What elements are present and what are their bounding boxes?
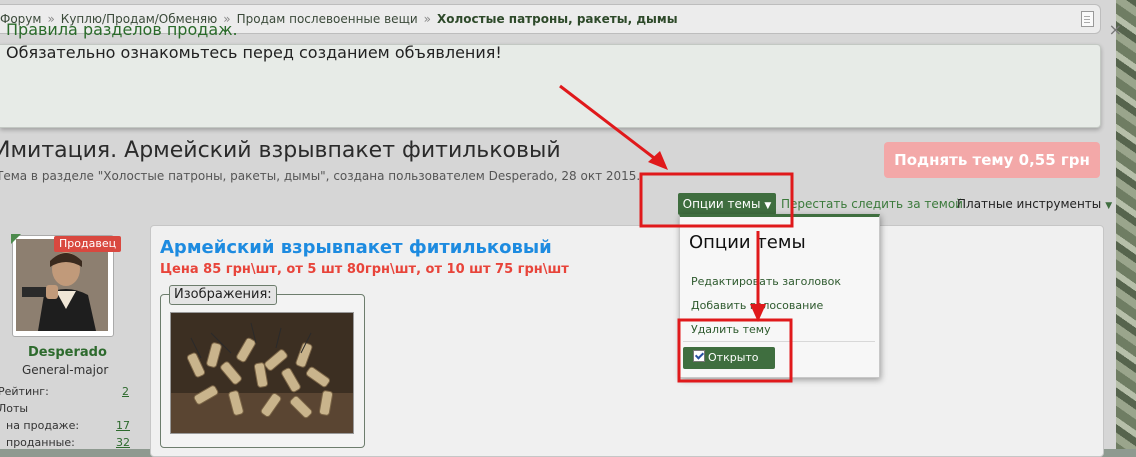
product-image[interactable]	[170, 312, 354, 434]
close-icon[interactable]: ×	[1109, 20, 1122, 39]
images-label: Изображения:	[169, 285, 277, 305]
sold-label: проданные:	[6, 436, 75, 449]
on-sale-label: на продаже:	[6, 419, 80, 432]
menu-divider	[683, 341, 875, 342]
paid-tools-menu[interactable]: Платные инструменты ▼	[957, 197, 1112, 211]
rating-label: Рейтинг:	[0, 385, 49, 398]
menu-item-add-poll[interactable]: Добавить голосование	[691, 299, 823, 312]
username[interactable]: Desperado	[28, 345, 107, 360]
user-title: General-major	[22, 363, 109, 377]
checkbox-icon[interactable]	[693, 350, 705, 362]
open-toggle-button[interactable]: Открыто	[683, 347, 775, 369]
menu-title: Опции темы	[689, 232, 806, 253]
breadcrumb-item-postwar[interactable]: Продам послевоенные вещи	[237, 12, 418, 26]
notice-title: Правила разделов продаж.	[6, 20, 238, 39]
unwatch-thread-link[interactable]: Перестать следить за темой	[781, 197, 963, 211]
document-icon[interactable]	[1081, 11, 1094, 27]
thread-meta: Тема в разделе "Холостые патроны, ракеты…	[0, 169, 641, 183]
rating-value[interactable]: 2	[122, 385, 129, 398]
firecrackers-photo	[171, 313, 353, 433]
lots-label: Лоты	[0, 402, 29, 415]
breadcrumb-separator: »	[423, 12, 432, 26]
on-sale-value[interactable]: 17	[116, 419, 130, 432]
sold-value[interactable]: 32	[116, 436, 130, 449]
bump-thread-button[interactable]: Поднять тему 0,55 грн	[884, 142, 1100, 178]
breadcrumb-current[interactable]: Холостые патроны, ракеты, дымы	[437, 12, 678, 26]
thread-options-label: Опции темы	[682, 197, 761, 211]
seller-badge: Продавец	[54, 236, 122, 252]
paid-tools-label: Платные инструменты	[957, 197, 1102, 211]
post-price: Цена 85 грн\шт, от 5 шт 80грн\шт, от 10 …	[160, 262, 569, 277]
menu-item-delete-thread[interactable]: Удалить тему	[691, 323, 771, 336]
thread-title: Имитация. Армейский взрывпакет фитильков…	[0, 138, 561, 163]
post-title: Армейский взрывпакет фитильковый	[160, 237, 552, 258]
chevron-down-icon: ▼	[1105, 201, 1113, 211]
open-label: Открыто	[708, 351, 759, 364]
avatar-photo	[16, 239, 108, 331]
user-corner-tag	[11, 234, 21, 244]
menu-item-edit-title[interactable]: Редактировать заголовок	[691, 275, 841, 288]
thread-options-button[interactable]: Опции темы ▼	[678, 193, 776, 215]
avatar[interactable]	[16, 239, 108, 331]
notice-text: Обязательно ознакомьтесь перед созданием…	[6, 43, 502, 62]
